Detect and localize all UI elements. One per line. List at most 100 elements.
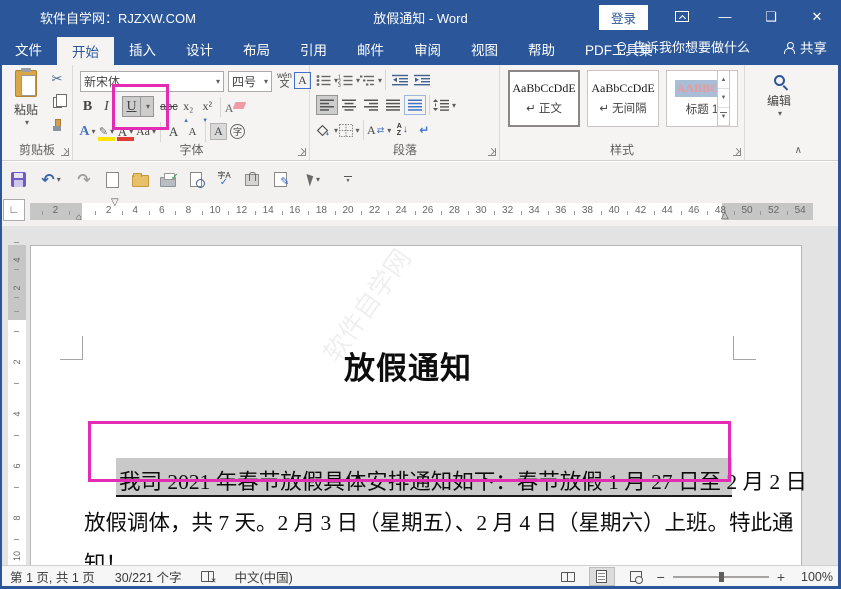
- sort-button[interactable]: AZ↓: [391, 120, 413, 140]
- align-center-button[interactable]: [338, 95, 360, 115]
- tab-file[interactable]: 文件: [0, 33, 57, 65]
- tab-insert[interactable]: 插入: [114, 33, 171, 65]
- style-card-1[interactable]: AaBbCcDdE↵ 无间隔: [587, 70, 659, 127]
- undo-button[interactable]: ↶▾: [34, 168, 68, 192]
- change-case-button[interactable]: Aa▾: [135, 121, 157, 142]
- shrink-font-button[interactable]: A▼: [183, 121, 202, 142]
- paste-button[interactable]: 粘贴 ▾: [8, 70, 44, 142]
- selected-text-highlight[interactable]: 我司 2021 年春节放假具体安排通知如下：春节放假 1 月 27 日至 2 月…: [116, 458, 732, 497]
- increase-indent-button[interactable]: [411, 70, 433, 90]
- spelling-grammar-button[interactable]: 字A✓: [212, 168, 236, 192]
- save-button[interactable]: [6, 168, 30, 192]
- minimize-button[interactable]: —: [706, 0, 744, 33]
- read-mode-button[interactable]: [555, 567, 581, 586]
- zoom-level[interactable]: 100%: [793, 570, 833, 584]
- paragraph-3-text[interactable]: 知！: [84, 547, 127, 565]
- zoom-slider[interactable]: [673, 576, 769, 578]
- character-shading-button[interactable]: A: [209, 121, 228, 142]
- decrease-indent-button[interactable]: [389, 70, 411, 90]
- text-effects-button[interactable]: A▾: [78, 121, 97, 142]
- copy-button[interactable]: [48, 94, 66, 110]
- shading-button[interactable]: ▾: [316, 120, 338, 140]
- zoom-slider-thumb[interactable]: [719, 572, 724, 582]
- style-gallery-more-button[interactable]: ▼: [718, 108, 729, 126]
- style-card-0[interactable]: AaBbCcDdE↵ 正文: [508, 70, 580, 127]
- font-dialog-launcher[interactable]: [298, 148, 306, 156]
- collapse-ribbon-button[interactable]: ∧: [795, 145, 802, 156]
- styles-dialog-launcher[interactable]: [733, 148, 741, 156]
- right-indent-marker[interactable]: △: [721, 211, 729, 221]
- open-button[interactable]: [128, 168, 152, 192]
- underline-dropdown[interactable]: ▾: [141, 96, 154, 117]
- align-left-button[interactable]: [316, 95, 338, 115]
- underline-button[interactable]: U: [122, 96, 141, 117]
- line-spacing-button[interactable]: ▾: [433, 95, 456, 115]
- highlight-color-button[interactable]: ✎▾: [97, 121, 116, 142]
- ribbon-display-options-button[interactable]: [663, 0, 701, 33]
- tab-help[interactable]: 帮助: [513, 33, 570, 65]
- superscript-button[interactable]: x²: [198, 96, 217, 117]
- language-indicator[interactable]: 中文(中国): [224, 567, 302, 586]
- font-color-button[interactable]: A▾: [116, 121, 135, 142]
- paragraph-2-text[interactable]: 放假调体，共 7 天。2 月 3 日（星期五）、2 月 4 日（星期六）上班。特…: [84, 506, 794, 537]
- login-button[interactable]: 登录: [599, 5, 648, 30]
- paragraph-dialog-launcher[interactable]: [488, 148, 496, 156]
- clear-formatting-button[interactable]: A: [224, 96, 246, 117]
- zoom-in-button[interactable]: +: [777, 570, 785, 584]
- character-border-button[interactable]: A: [293, 70, 312, 91]
- tab-home[interactable]: 开始: [57, 37, 114, 65]
- print-preview-button[interactable]: [184, 168, 208, 192]
- style-scroll-up-button[interactable]: ▲: [718, 71, 729, 89]
- bold-button[interactable]: B: [78, 96, 97, 117]
- zoom-out-button[interactable]: −: [657, 570, 665, 584]
- italic-button[interactable]: I: [97, 96, 116, 117]
- multilevel-list-button[interactable]: ▾: [360, 70, 382, 90]
- touch-mouse-mode-button[interactable]: ▾: [296, 168, 332, 192]
- borders-button[interactable]: ▾: [338, 120, 360, 140]
- web-layout-button[interactable]: [623, 567, 649, 586]
- numbering-button[interactable]: 123▾: [338, 70, 360, 90]
- proofing-status[interactable]: [191, 569, 224, 583]
- quick-print-button[interactable]: ✓: [156, 168, 180, 192]
- clipboard-dialog-launcher[interactable]: [61, 148, 69, 156]
- font-name-combo[interactable]: 新宋体▾: [80, 71, 224, 92]
- share-button[interactable]: 共享: [784, 37, 827, 57]
- new-document-button[interactable]: [100, 168, 124, 192]
- tab-references[interactable]: 引用: [285, 33, 342, 65]
- left-indent-marker[interactable]: ⌂: [76, 213, 82, 223]
- enclose-characters-button[interactable]: 字: [228, 121, 247, 142]
- tab-review[interactable]: 审阅: [399, 33, 456, 65]
- document-heading[interactable]: 放假通知: [83, 343, 733, 388]
- character-scaling-button[interactable]: A⇄▾: [367, 120, 391, 140]
- v-ruler-strip[interactable]: 42246810: [8, 245, 26, 565]
- distribute-button[interactable]: [404, 95, 426, 115]
- align-right-button[interactable]: [360, 95, 382, 115]
- edit-document-button[interactable]: [268, 168, 292, 192]
- cut-button[interactable]: ✂: [48, 71, 66, 87]
- bullets-button[interactable]: ▾: [316, 70, 338, 90]
- first-line-indent-marker[interactable]: ▽: [111, 198, 119, 208]
- attachment-button[interactable]: [240, 168, 264, 192]
- print-layout-button[interactable]: [589, 567, 615, 586]
- subscript-button[interactable]: x₂: [179, 96, 198, 117]
- show-marks-button[interactable]: ↵: [413, 120, 435, 140]
- tab-design[interactable]: 设计: [171, 33, 228, 65]
- tab-mailings[interactable]: 邮件: [342, 33, 399, 65]
- tell-me-box[interactable]: 告诉我你想要做什么: [603, 37, 764, 56]
- grow-font-button[interactable]: A▲: [164, 121, 183, 142]
- phonetic-guide-button[interactable]: wén文: [275, 70, 294, 91]
- close-button[interactable]: ✕: [798, 0, 836, 33]
- word-count[interactable]: 30/221 个字: [105, 567, 192, 586]
- tab-layout[interactable]: 布局: [228, 33, 285, 65]
- h-ruler-strip[interactable]: 2246810121416182022242628303234363840424…: [30, 203, 813, 220]
- format-painter-button[interactable]: [48, 117, 66, 133]
- justify-button[interactable]: [382, 95, 404, 115]
- tab-view[interactable]: 视图: [456, 33, 513, 65]
- tab-stop-selector[interactable]: ∟: [3, 199, 25, 221]
- editing-button[interactable]: 编辑 ▾: [760, 71, 798, 118]
- maximize-button[interactable]: ❑: [752, 0, 790, 33]
- font-size-combo[interactable]: 四号▾: [228, 71, 272, 92]
- redo-button[interactable]: ↷: [72, 168, 96, 192]
- customize-qat-button[interactable]: ▼: [336, 168, 360, 192]
- style-scroll-down-button[interactable]: ▼: [718, 89, 729, 107]
